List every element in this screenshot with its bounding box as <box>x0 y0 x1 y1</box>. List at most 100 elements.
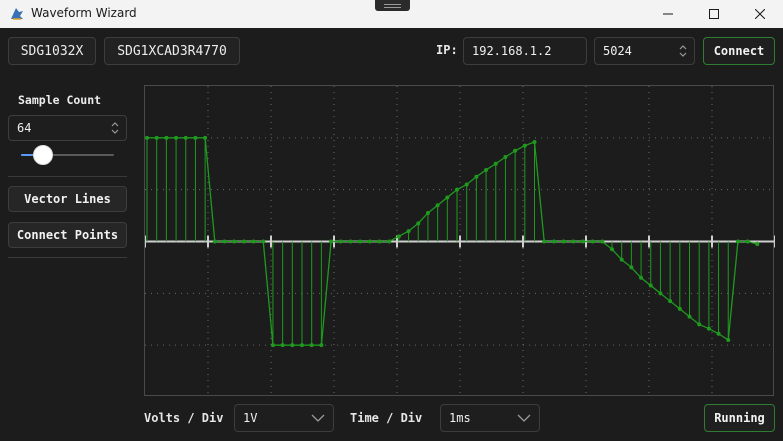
data-point <box>687 314 692 319</box>
spinner-arrows-icon[interactable] <box>678 43 688 59</box>
maximize-icon <box>709 9 719 19</box>
running-button[interactable]: Running <box>704 404 775 432</box>
sidebar-divider <box>8 257 127 258</box>
data-point <box>532 139 537 144</box>
device-model-label: SDG1032X <box>8 37 96 65</box>
data-point <box>174 135 179 140</box>
data-point <box>425 210 430 215</box>
sample-count-value: 64 <box>17 121 32 135</box>
data-point <box>290 343 295 348</box>
data-point <box>416 221 421 226</box>
time-per-div-select[interactable]: 1ms <box>440 404 540 432</box>
data-point <box>561 239 566 244</box>
data-point <box>377 239 382 244</box>
data-point <box>716 331 721 336</box>
data-point <box>706 326 711 331</box>
close-button[interactable] <box>737 0 783 28</box>
data-point <box>755 242 760 247</box>
data-point <box>551 239 556 244</box>
data-point <box>580 239 585 244</box>
data-point <box>193 135 198 140</box>
data-point <box>212 239 217 244</box>
volts-per-div-value: 1V <box>243 411 258 425</box>
port-stepper-value: 5024 <box>603 44 632 58</box>
data-point <box>280 343 285 348</box>
ip-input-value: 192.168.1.2 <box>472 44 552 58</box>
data-point <box>338 239 343 244</box>
data-point <box>542 239 547 244</box>
data-point <box>513 148 518 153</box>
data-point <box>358 239 363 244</box>
data-point <box>571 239 576 244</box>
data-point <box>348 239 353 244</box>
data-point <box>387 239 392 244</box>
data-point <box>677 306 682 311</box>
data-point <box>270 343 275 348</box>
maximize-button[interactable] <box>691 0 737 28</box>
data-point <box>648 283 653 288</box>
chevron-down-icon <box>517 414 531 422</box>
data-point <box>668 299 673 304</box>
time-per-div-label: Time / Div <box>350 411 423 425</box>
sample-count-label: Sample Count <box>18 93 102 107</box>
data-point <box>261 239 266 244</box>
data-point <box>232 239 237 244</box>
data-point <box>396 234 401 239</box>
waveform-plot <box>145 86 775 397</box>
data-point <box>222 239 227 244</box>
data-point <box>145 135 149 140</box>
data-point <box>726 337 731 342</box>
drag-handle[interactable] <box>375 0 410 11</box>
data-point <box>251 239 256 244</box>
sample-count-slider-thumb[interactable] <box>33 145 54 165</box>
ip-input[interactable]: 192.168.1.2 <box>463 37 587 65</box>
data-point <box>474 174 479 179</box>
port-stepper[interactable]: 5024 <box>594 37 695 65</box>
data-point <box>435 203 440 208</box>
ip-label: IP: <box>436 43 458 57</box>
data-point <box>309 343 314 348</box>
waveform-display[interactable] <box>144 85 775 397</box>
data-point <box>493 161 498 166</box>
data-point <box>610 247 614 252</box>
vector-lines-button[interactable]: Vector Lines <box>8 186 127 212</box>
volts-per-div-select[interactable]: 1V <box>234 404 334 432</box>
data-point <box>639 275 644 280</box>
minimize-button[interactable] <box>645 0 691 28</box>
data-point <box>464 182 469 187</box>
data-point <box>455 187 459 192</box>
data-point <box>300 343 304 348</box>
data-point <box>590 239 595 244</box>
data-point <box>522 143 527 148</box>
data-point <box>183 135 188 140</box>
data-point <box>164 135 169 140</box>
data-point <box>154 135 159 140</box>
data-point <box>406 229 411 234</box>
data-point <box>600 239 605 244</box>
data-point <box>329 239 334 244</box>
spinner-arrows-icon[interactable] <box>110 120 120 136</box>
connect-button[interactable]: Connect <box>703 37 775 65</box>
data-point <box>658 291 663 296</box>
connect-points-button[interactable]: Connect Points <box>8 222 127 248</box>
data-point <box>241 239 246 244</box>
data-point <box>319 343 324 348</box>
minimize-icon <box>663 13 673 15</box>
data-point <box>629 265 634 270</box>
data-point <box>745 239 750 244</box>
wizard-hat-icon <box>11 8 23 20</box>
data-point <box>445 195 450 200</box>
chevron-down-icon <box>311 414 325 422</box>
data-point <box>203 135 208 140</box>
data-point <box>367 239 372 244</box>
time-per-div-value: 1ms <box>449 411 471 425</box>
volts-per-div-label: Volts / Div <box>144 411 224 425</box>
data-point <box>697 322 702 327</box>
data-point <box>735 239 740 244</box>
data-point <box>503 155 508 160</box>
device-serial-label: SDG1XCAD3R4770 <box>104 37 240 65</box>
sidebar-divider <box>8 176 127 177</box>
title-bar[interactable]: Waveform Wizard <box>0 0 783 28</box>
sample-count-stepper[interactable]: 64 <box>8 115 127 141</box>
close-icon <box>755 9 765 19</box>
